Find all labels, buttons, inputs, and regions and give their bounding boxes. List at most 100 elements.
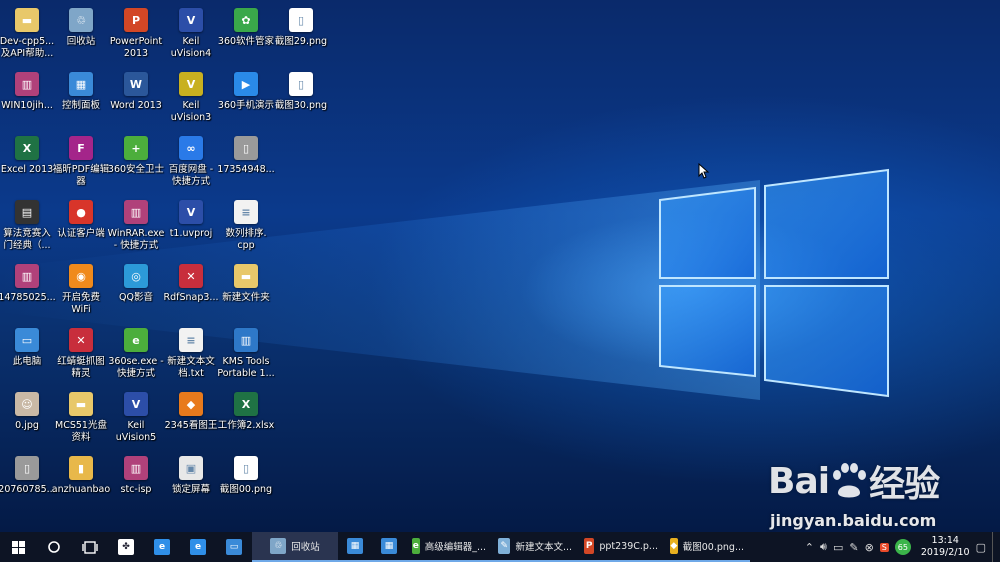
text-file-icon: ≡	[234, 200, 258, 224]
desktop-icon[interactable]: V Keil uVision4	[161, 4, 221, 68]
desktop-icon[interactable]: ▣ 锁定屏幕	[161, 452, 221, 516]
taskbar-pinned-computer[interactable]: ▭	[216, 532, 252, 562]
store-icon: ▦	[347, 538, 363, 554]
desktop-icon[interactable]: ● 认证客户端	[51, 196, 111, 260]
desktop-icon[interactable]: ≡ 数列排序. cpp	[216, 196, 276, 260]
desktop-icon[interactable]: P PowerPoint 2013	[106, 4, 166, 68]
desktop-icon-label: 17354948...	[217, 164, 275, 175]
image-file-icon: ▯	[289, 8, 313, 32]
desktop-icon[interactable]: V Keil uVision3	[161, 68, 221, 132]
desktop-icon[interactable]: +360安全卫士	[106, 132, 166, 196]
desktop-icon[interactable]: ◎ QQ影音	[106, 260, 166, 324]
desktop-icon[interactable]: ▶ 360手机演示	[216, 68, 276, 132]
desktop-icon[interactable]: ◆ 2345看图王	[161, 388, 221, 452]
desktop-icon[interactable]: ∞ 百度网盘 - 快捷方式	[161, 132, 221, 196]
desktop-icon[interactable]: F 福昕PDF编辑 器	[51, 132, 111, 196]
desktop-icon[interactable]: ▥ WinRAR.exe - 快捷方式	[106, 196, 166, 260]
start-button[interactable]	[0, 532, 36, 562]
desktop-icon[interactable]: ▥ stc-isp	[106, 452, 166, 516]
keil-icon: V	[179, 200, 203, 224]
pinned-apps: ✤ e e ▭	[108, 532, 252, 562]
computer-icon: ▭	[226, 539, 242, 555]
2345-viewer-icon: ◆	[670, 538, 678, 554]
foxit-icon: F	[69, 136, 93, 160]
clock[interactable]: 13:14 2019/2/10	[921, 535, 970, 559]
desktop-icon[interactable]: ▬ 新建文件夹	[216, 260, 276, 324]
taskbar-app[interactable]: ✎ 新建文本文...	[492, 532, 578, 562]
pen-icon[interactable]: ✎	[849, 541, 858, 554]
image-file-icon: ▯	[234, 136, 258, 160]
search-button[interactable]	[36, 532, 72, 562]
taskbar-app[interactable]: e 高级编辑器_...	[406, 532, 492, 562]
task-view-icon	[82, 540, 98, 554]
desktop-icon[interactable]: ≡ 新建文本文 档.txt	[161, 324, 221, 388]
watermark-brand-right: 经验	[869, 464, 940, 505]
recycle-bin-icon: ♲	[270, 538, 287, 554]
baidu-jingyan-watermark: Bai 经验 jingyan.baidu.com	[768, 455, 998, 532]
taskbar-pinned-edge[interactable]: e	[180, 532, 216, 562]
notification-icon[interactable]: ▢	[976, 541, 986, 554]
book-icon: ▤	[15, 200, 39, 224]
show-desktop-button[interactable]	[992, 532, 1000, 562]
network-icon[interactable]: ▭	[833, 541, 843, 554]
desktop-icon[interactable]: ▯ 截图29.png	[271, 4, 331, 68]
desktop-icon-label: 截图00.png	[219, 484, 273, 495]
desktop-icon[interactable]: ▯ 截图30.png	[271, 68, 331, 132]
desktop-icon[interactable]: ✕ 红蜻蜓抓图 精灵	[51, 324, 111, 388]
taskbar-app[interactable]: Pppt239C.p...	[578, 532, 664, 562]
taskbar-app[interactable]: ◆ 截图00.png...	[664, 532, 750, 562]
desktop-icon[interactable]: Vt1.uvproj	[161, 196, 221, 260]
taskbar-app-label: 新建文本文...	[515, 542, 572, 553]
computer-icon: ▭	[15, 328, 39, 352]
desktop-icon[interactable]: W Word 2013	[106, 68, 166, 132]
chevron-up-icon[interactable]: ⌃	[805, 541, 814, 554]
desktop-icon[interactable]: ▦ 控制面板	[51, 68, 111, 132]
desktop-icon-label: 数列排序. cpp	[225, 228, 267, 251]
desktop-icon[interactable]: ◉ 开启免费 WiFi	[51, 260, 111, 324]
360-browser-icon: e	[124, 328, 148, 352]
desktop-icon[interactable]: ▯ 17354948...	[216, 132, 276, 196]
running-apps: ♲ 回收站 ▦ ▦ e 高级编辑器_... ✎ 新建文本文... Pppt239C.p... ◆ 截…	[252, 532, 750, 562]
archive-icon: ▮	[69, 456, 93, 480]
taskbar-app[interactable]: ▦	[372, 532, 406, 562]
keil-icon: V	[179, 72, 203, 96]
winrar-icon: ▥	[15, 72, 39, 96]
powerpoint-icon: P	[584, 538, 595, 554]
control-panel-icon: ▦	[381, 538, 397, 554]
edge-icon: e	[190, 539, 206, 555]
block-icon[interactable]: ⊗	[865, 541, 874, 554]
taskbar-pinned-ie[interactable]: e	[144, 532, 180, 562]
taskbar-app[interactable]: ♲ 回收站	[252, 532, 338, 562]
excel-icon: X	[15, 136, 39, 160]
ie-icon: e	[154, 539, 170, 555]
desktop-icon[interactable]: ✿ 360软件管家	[216, 4, 276, 68]
lock-screen-icon: ▣	[179, 456, 203, 480]
desktop-icon[interactable]: ▮ anzhuanbao	[51, 452, 111, 516]
start-icon	[11, 540, 25, 554]
desktop-icon[interactable]: ♲ 回收站	[51, 4, 111, 68]
taskbar-app[interactable]: ▦	[338, 532, 372, 562]
taskbar-pinned-fan-app[interactable]: ✤	[108, 532, 144, 562]
baidu-disk-icon: ∞	[179, 136, 203, 160]
desktop[interactable]: ▬ Dev-cpp5... 及API帮助... ▥ WIN10jih... X Excel…	[0, 0, 1000, 532]
desktop-icon[interactable]: e 360se.exe - 快捷方式	[106, 324, 166, 388]
desktop-icon[interactable]: ✕ RdfSnap3...	[161, 260, 221, 324]
clock-date: 2019/2/10	[920, 547, 970, 558]
winrar-icon: ▥	[15, 264, 39, 288]
desktop-icon[interactable]: ▥ KMS Tools Portable 1...	[216, 324, 276, 388]
volume-icon[interactable]: 🔊︎	[820, 540, 827, 554]
sougou-ime-icon[interactable]: S	[879, 542, 889, 552]
desktop-icon[interactable]: ▯ 截图00.png	[216, 452, 276, 516]
keil-icon: V	[179, 8, 203, 32]
desktop-icon[interactable]: V Keil uVision5	[106, 388, 166, 452]
control-panel-icon: ▦	[69, 72, 93, 96]
task-view-button[interactable]	[72, 532, 108, 562]
winrar-icon: ▥	[124, 456, 148, 480]
desktop-icon[interactable]: ▬ MCS51光盘 资料	[51, 388, 111, 452]
folder-icon: ▬	[69, 392, 93, 416]
360-software-icon: ✿	[234, 8, 258, 32]
dragonfly-icon: ✕	[69, 328, 93, 352]
desktop-icon[interactable]: X 工作簿2.xlsx	[216, 388, 276, 452]
360-badge-icon[interactable]: 65	[894, 539, 911, 555]
desktop-icon-label: 截图30.png	[274, 100, 328, 111]
